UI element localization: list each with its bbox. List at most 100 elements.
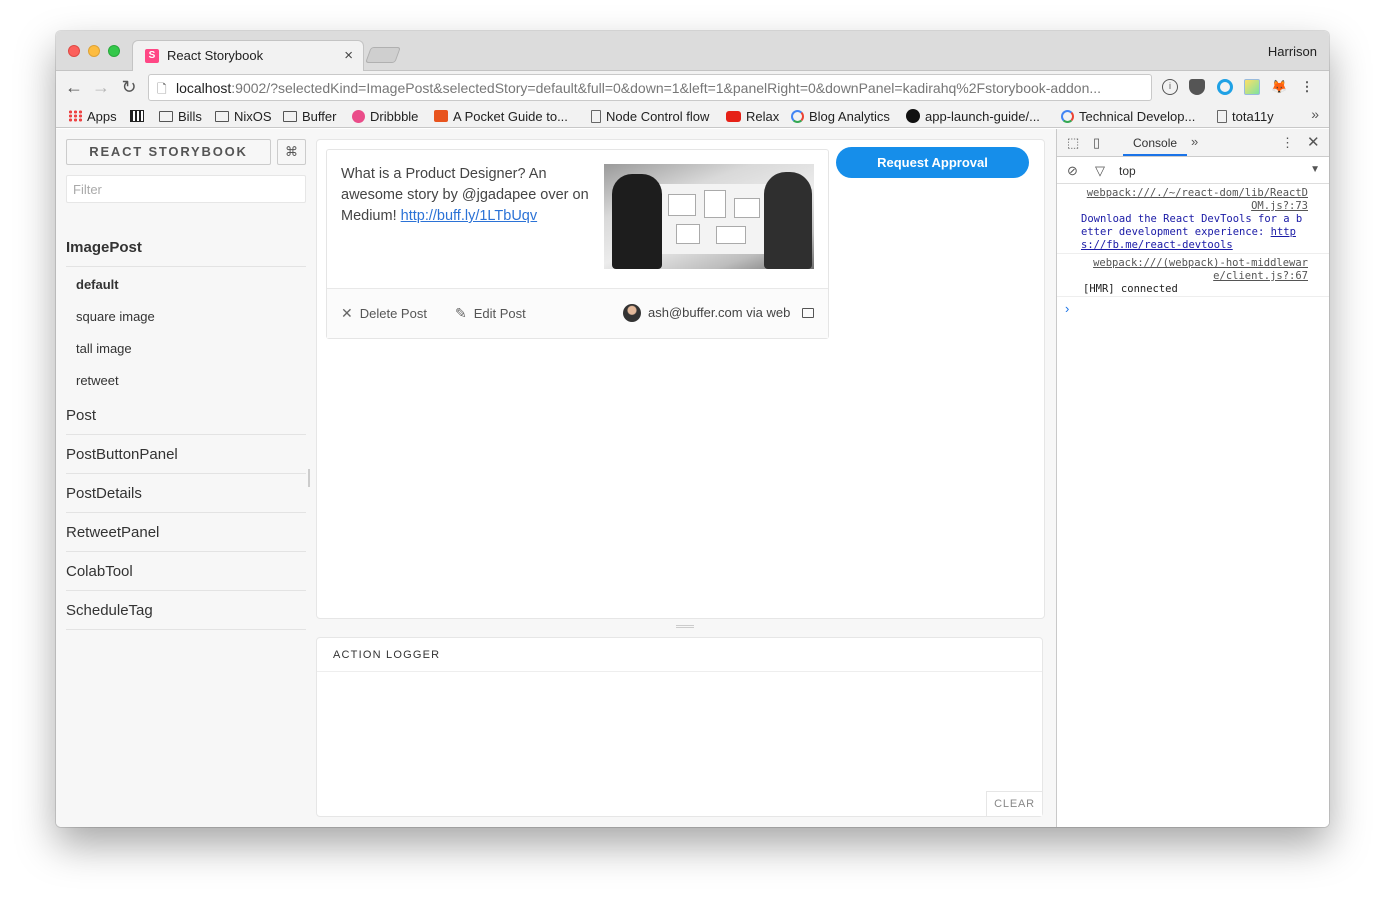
bookmark-app-launch-guide[interactable]: app-launch-guide/... [906, 107, 1040, 125]
bookmark-buffer[interactable]: Buffer [283, 107, 336, 125]
console-message: webpack:///(webpack)-hot-middleware/clie… [1057, 257, 1329, 297]
kind-retweetpanel[interactable]: RetweetPanel [66, 524, 306, 552]
minimize-window-button[interactable] [88, 45, 100, 57]
tab-console[interactable]: Console [1123, 129, 1188, 156]
pencil-icon: ✎ [455, 305, 467, 321]
forward-arrow-icon[interactable]: → [91, 77, 111, 98]
post-image[interactable] [604, 164, 814, 269]
message-source-link[interactable]: webpack:///(webpack)-hot-middleware/clie… [1081, 257, 1308, 283]
page-content: REACT STORYBOOK ⌘ Filter ImagePost defau… [56, 129, 1329, 827]
request-approval-button[interactable]: Request Approval [836, 147, 1029, 178]
clear-button[interactable]: CLEAR [986, 791, 1042, 816]
post-text: What is a Product Designer? An awesome s… [341, 164, 599, 227]
bookmarks-overflow-icon[interactable]: » [1311, 106, 1319, 122]
bookmark-pocket-guide[interactable]: A Pocket Guide to... [434, 107, 568, 125]
person-shape [612, 174, 662, 269]
post-via: ash@buffer.com via web [648, 305, 791, 320]
filter-input[interactable]: Filter [66, 175, 306, 203]
whiteboard-shape [656, 184, 768, 254]
story-tall-image[interactable]: tall image [76, 341, 132, 356]
pocket-extension-icon[interactable] [1189, 79, 1205, 95]
bookmark-dribbble[interactable]: Dribbble [352, 107, 418, 125]
page-info-icon[interactable]: 🗋 [157, 80, 167, 100]
paper-shape [676, 224, 700, 244]
bookmark-nixos[interactable]: NixOS [215, 107, 272, 125]
kind-postbuttonpanel[interactable]: PostButtonPanel [66, 446, 306, 474]
profile-name[interactable]: Harrison [1268, 44, 1317, 59]
avatar [623, 304, 641, 322]
bookmark-blog-analytics[interactable]: Blog Analytics [791, 107, 890, 125]
message-text: Download the React DevTools for a better… [1081, 213, 1308, 252]
close-icon: ✕ [341, 305, 353, 321]
reload-icon[interactable]: ↻ [119, 77, 139, 98]
close-icon[interactable]: ✕ [1307, 133, 1320, 151]
page-icon [1217, 109, 1227, 123]
notes-extension-icon[interactable] [1244, 79, 1260, 95]
post-footer: ✕ Delete Post ✎ Edit Post ash@buffer.com v… [327, 288, 828, 338]
bookmark-qr[interactable] [130, 107, 149, 125]
kind-imagepost[interactable]: ImagePost [66, 239, 306, 267]
bookmark-relax[interactable]: Relax [726, 107, 779, 125]
story-default[interactable]: default [76, 277, 119, 292]
url-path: :9002/?selectedKind=ImagePost&selectedSt… [231, 80, 1102, 96]
post-link[interactable]: http://buff.ly/1LTbUqv [401, 208, 537, 224]
delete-post-button[interactable]: ✕ Delete Post [341, 305, 427, 322]
edit-post-label: Edit Post [473, 306, 526, 321]
devtools-menu-icon[interactable]: ⋮ [1281, 135, 1294, 151]
chrome-menu-icon[interactable]: ⋮ [1299, 79, 1315, 95]
kind-post[interactable]: Post [66, 407, 306, 435]
inspect-element-icon[interactable]: ⬚ [1067, 135, 1079, 151]
back-arrow-icon[interactable]: ← [64, 77, 84, 98]
bookmark-technical-develop[interactable]: Technical Develop... [1061, 107, 1195, 125]
message-body: Download the React DevTools for a better… [1081, 213, 1303, 238]
close-window-button[interactable] [68, 45, 80, 57]
post-card: What is a Product Designer? An awesome s… [326, 149, 829, 339]
message-text: [HMR] connected [1083, 283, 1178, 295]
divider [317, 671, 1042, 672]
clear-console-icon[interactable]: ⊘ [1067, 163, 1078, 179]
panel-resize-handle[interactable] [676, 625, 694, 628]
chevron-down-icon[interactable]: ▼ [1310, 164, 1320, 175]
story-square-image[interactable]: square image [76, 309, 155, 324]
paper-shape [734, 198, 760, 218]
device-toolbar-icon[interactable]: ▯ [1093, 135, 1100, 151]
storybook-favicon-icon: S [145, 49, 159, 63]
storybook-title-button[interactable]: REACT STORYBOOK [66, 139, 271, 165]
filter-icon[interactable]: ▽ [1095, 163, 1105, 179]
bookmark-tota11y[interactable]: tota11y [1217, 107, 1274, 125]
sidebar-resize-handle[interactable] [308, 469, 310, 487]
edit-post-button[interactable]: ✎ Edit Post [455, 305, 526, 322]
story-retweet[interactable]: retweet [76, 373, 119, 388]
tab-close-icon[interactable]: × [344, 47, 353, 64]
extension-info-icon[interactable]: i [1162, 79, 1178, 95]
folder-icon [215, 110, 229, 122]
github-icon [906, 109, 920, 123]
console-filter-bar: ⊘ ▽ top ▼ [1057, 157, 1329, 184]
new-tab-button[interactable] [365, 47, 401, 63]
fox-extension-icon[interactable]: 🦊 [1271, 79, 1287, 95]
kind-colabtool[interactable]: ColabTool [66, 563, 306, 591]
page-icon [591, 109, 601, 123]
shortcuts-button[interactable]: ⌘ [277, 139, 306, 165]
delete-post-label: Delete Post [359, 306, 427, 321]
console-prompt[interactable]: › [1065, 301, 1069, 316]
kind-scheduletag[interactable]: ScheduleTag [66, 602, 306, 630]
context-selector[interactable]: top [1119, 164, 1136, 178]
more-tabs-icon[interactable]: » [1191, 134, 1198, 149]
google-icon [791, 109, 804, 123]
ring-extension-icon[interactable] [1217, 79, 1233, 95]
zoom-window-button[interactable] [108, 45, 120, 57]
address-bar[interactable]: 🗋 localhost:9002/?selectedKind=ImagePost… [148, 74, 1152, 101]
browser-tab[interactable]: S React Storybook × [132, 40, 364, 72]
browser-window: S React Storybook × Harrison ← → ↻ 🗋 loc… [56, 31, 1329, 827]
address-url: localhost:9002/?selectedKind=ImagePost&s… [176, 80, 1101, 96]
bookmark-node-control-flow[interactable]: Node Control flow [591, 107, 709, 125]
story-preview: What is a Product Designer? An awesome s… [316, 139, 1045, 619]
action-logger-tab[interactable]: ACTION LOGGER [333, 649, 440, 661]
bookmark-apps[interactable]: Apps [68, 107, 117, 125]
kind-postdetails[interactable]: PostDetails [66, 485, 306, 513]
youtube-icon [726, 110, 741, 122]
message-source-link[interactable]: webpack:///./~/react-dom/lib/ReactDOM.js… [1081, 187, 1308, 213]
qr-icon [130, 110, 144, 122]
bookmark-bills[interactable]: Bills [159, 107, 202, 125]
